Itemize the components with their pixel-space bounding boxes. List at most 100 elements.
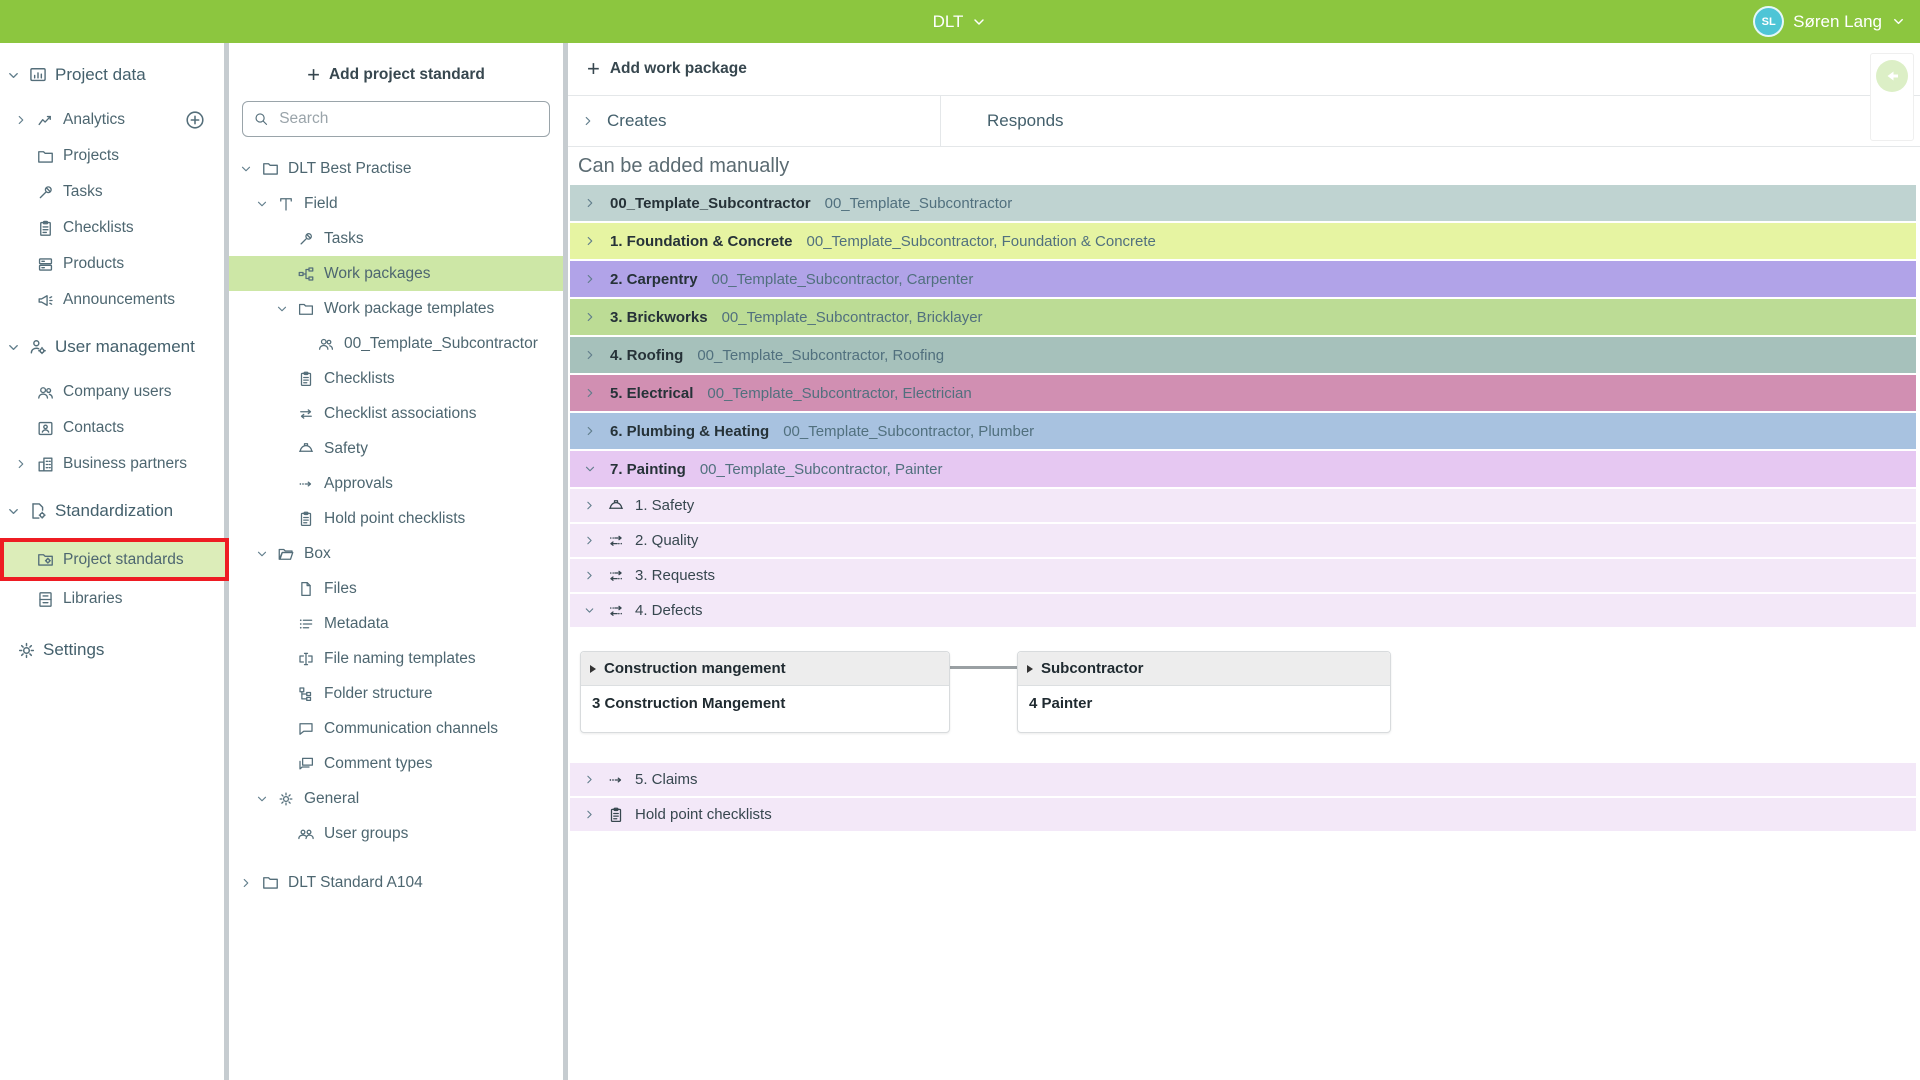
tree-item-general[interactable]: General xyxy=(229,781,563,816)
add-project-standard-button[interactable]: + Add project standard xyxy=(229,55,563,95)
back-arrow-button[interactable] xyxy=(1876,60,1908,92)
user-menu[interactable]: SL Søren Lang xyxy=(1753,0,1906,43)
people-icon xyxy=(36,383,55,402)
chevron-icon[interactable] xyxy=(583,234,597,248)
tree-item-metadata[interactable]: Metadata xyxy=(229,606,563,641)
sidebar-item-tasks[interactable]: Tasks xyxy=(0,174,224,210)
tree-item-communication-channels[interactable]: Communication channels xyxy=(229,711,563,746)
tree-item-file-naming-templates[interactable]: File naming templates xyxy=(229,641,563,676)
chevron-icon[interactable] xyxy=(255,547,269,561)
chevron-icon[interactable] xyxy=(255,792,269,806)
flow-card-construction-management[interactable]: Construction mangement 3 Construction Ma… xyxy=(580,651,950,733)
chevron-icon[interactable] xyxy=(583,310,597,324)
tree-item-approvals[interactable]: Approvals xyxy=(229,466,563,501)
chevron-icon[interactable] xyxy=(581,114,595,128)
chevron-icon[interactable] xyxy=(583,604,596,617)
tree-item-work-packages[interactable]: Work packages xyxy=(229,256,563,291)
chevron-icon[interactable] xyxy=(583,424,597,438)
defects-flow-diagram: Construction mangement 3 Construction Ma… xyxy=(570,629,1916,763)
chevron-icon[interactable] xyxy=(6,68,21,83)
relation-tabs: Creates Responds xyxy=(568,96,1920,147)
chevron-icon[interactable] xyxy=(583,348,597,362)
search-box[interactable] xyxy=(242,101,550,137)
tree-item-work-package-templates[interactable]: Work package templates xyxy=(229,291,563,326)
sidebar-item-analytics[interactable]: Analytics xyxy=(0,102,224,138)
child-row-requests[interactable]: 3. Requests xyxy=(570,559,1916,592)
sidebar-item-announcements[interactable]: Announcements xyxy=(0,282,224,318)
tree-item-comment-types[interactable]: Comment types xyxy=(229,746,563,781)
chevron-icon[interactable] xyxy=(583,272,597,286)
chevron-icon[interactable] xyxy=(583,386,597,400)
tree-item-checklist-associations[interactable]: Checklist associations xyxy=(229,396,563,431)
tree-item-field[interactable]: Field xyxy=(229,186,563,221)
work-package-row-template-subcontractor[interactable]: 00_Template_Subcontractor 00_Template_Su… xyxy=(570,185,1916,221)
work-package-rows: 00_Template_Subcontractor 00_Template_Su… xyxy=(568,185,1920,831)
work-package-row-painting[interactable]: 7. Painting 00_Template_Subcontractor, P… xyxy=(570,451,1916,487)
work-package-row-foundation[interactable]: 1. Foundation & Concrete 00_Template_Sub… xyxy=(570,223,1916,259)
sidebar-item-projects[interactable]: Projects xyxy=(0,138,224,174)
project-switcher[interactable]: DLT xyxy=(0,0,1920,43)
chevron-icon[interactable] xyxy=(239,876,253,890)
clipboard-icon xyxy=(297,510,315,528)
chevron-icon[interactable] xyxy=(239,162,253,176)
sidebar-section-standardization[interactable]: Standardization xyxy=(0,492,224,530)
chevron-icon[interactable] xyxy=(255,197,269,211)
search-input[interactable] xyxy=(277,109,539,129)
child-row-hold-point-checklists[interactable]: Hold point checklists xyxy=(570,798,1916,831)
sidebar-item-business-partners[interactable]: Business partners xyxy=(0,446,224,482)
sidebar-section-user-management[interactable]: User management xyxy=(0,328,224,366)
tree-item-template-subcontractor[interactable]: 00_Template_Subcontractor xyxy=(229,326,563,361)
project-standards-panel: + Add project standard DLT Best Practise… xyxy=(229,43,563,1080)
tree-item-dlt-best-practise[interactable]: DLT Best Practise xyxy=(229,151,563,186)
tree-item-user-groups[interactable]: User groups xyxy=(229,816,563,851)
work-package-row-brickworks[interactable]: 3. Brickworks 00_Template_Subcontractor,… xyxy=(570,299,1916,335)
chevron-icon[interactable] xyxy=(14,113,28,127)
sidebar-item-libraries[interactable]: Libraries xyxy=(0,581,224,617)
flow-card-subcontractor[interactable]: Subcontractor 4 Painter xyxy=(1017,651,1391,733)
clipboard-icon xyxy=(607,806,625,824)
chevron-icon[interactable] xyxy=(583,534,596,547)
chevron-icon[interactable] xyxy=(6,340,21,355)
sidebar-item-checklists[interactable]: Checklists xyxy=(0,210,224,246)
sidebar-item-contacts[interactable]: Contacts xyxy=(0,410,224,446)
chevron-icon[interactable] xyxy=(583,499,596,512)
chevron-icon[interactable] xyxy=(583,196,597,210)
tree-item-dlt-standard-a104[interactable]: DLT Standard A104 xyxy=(229,865,563,900)
tree-item-box[interactable]: Box xyxy=(229,536,563,571)
tab-creates[interactable]: Creates xyxy=(568,96,941,146)
chevron-icon[interactable] xyxy=(583,569,596,582)
chevron-icon[interactable] xyxy=(14,457,28,471)
child-row-claims[interactable]: 5. Claims xyxy=(570,763,1916,796)
tree-item-hold-point-checklists[interactable]: Hold point checklists xyxy=(229,501,563,536)
add-analytics-icon[interactable] xyxy=(184,109,206,131)
chevron-icon[interactable] xyxy=(275,302,289,316)
sidebar-item-label: Business partners xyxy=(63,455,187,473)
folder-open-icon xyxy=(277,545,295,563)
work-package-row-plumbing[interactable]: 6. Plumbing & Heating 00_Template_Subcon… xyxy=(570,413,1916,449)
tree-item-checklists[interactable]: Checklists xyxy=(229,361,563,396)
work-package-row-roofing[interactable]: 4. Roofing 00_Template_Subcontractor, Ro… xyxy=(570,337,1916,373)
sidebar-item-settings[interactable]: Settings xyxy=(0,631,224,669)
child-row-quality[interactable]: 2. Quality xyxy=(570,524,1916,557)
chevron-icon[interactable] xyxy=(583,808,596,821)
child-row-safety[interactable]: 1. Safety xyxy=(570,489,1916,522)
child-row-defects[interactable]: 4. Defects xyxy=(570,594,1916,627)
tree-item-folder-structure[interactable]: Folder structure xyxy=(229,676,563,711)
work-package-row-electrical[interactable]: 5. Electrical 00_Template_Subcontractor,… xyxy=(570,375,1916,411)
flow-card-header[interactable]: Construction mangement xyxy=(581,652,949,686)
chevron-icon[interactable] xyxy=(583,773,596,786)
sidebar-item-project-standards[interactable]: Project standards xyxy=(0,538,229,581)
tab-responds[interactable]: Responds xyxy=(941,96,1064,146)
sidebar-item-products[interactable]: Products xyxy=(0,246,224,282)
tree-item-safety[interactable]: Safety xyxy=(229,431,563,466)
sidebar-item-label: Projects xyxy=(63,147,119,165)
work-package-row-carpentry[interactable]: 2. Carpentry 00_Template_Subcontractor, … xyxy=(570,261,1916,297)
add-work-package-button[interactable]: + Add work package xyxy=(568,43,1920,96)
tree-item-files[interactable]: Files xyxy=(229,571,563,606)
tree-item-tasks[interactable]: Tasks xyxy=(229,221,563,256)
sidebar-section-project-data[interactable]: Project data xyxy=(0,56,224,94)
flow-card-header[interactable]: Subcontractor xyxy=(1018,652,1390,686)
sidebar-item-company-users[interactable]: Company users xyxy=(0,374,224,410)
chevron-icon[interactable] xyxy=(6,504,21,519)
chevron-icon[interactable] xyxy=(583,462,597,476)
